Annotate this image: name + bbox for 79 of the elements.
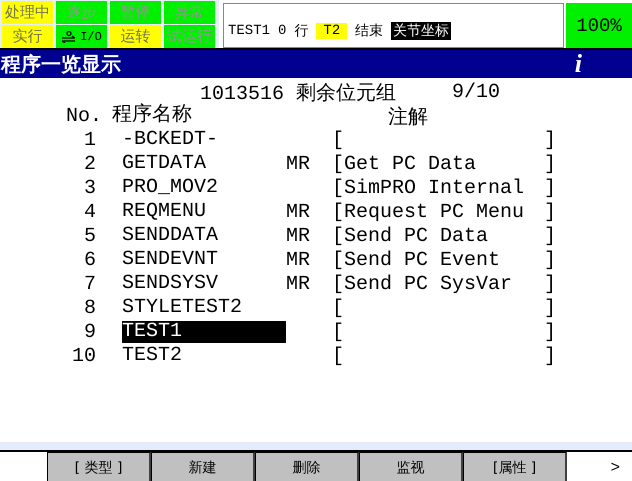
program-name-cell[interactable]: TEST1 <box>122 321 286 343</box>
status-indicator: 逐步 <box>56 1 107 24</box>
program-name-cell[interactable]: SENDDATA <box>122 225 286 247</box>
program-name-cell[interactable]: SENDSYSV <box>122 273 286 295</box>
column-header: No. <box>66 104 96 128</box>
bracket: ] <box>544 272 556 296</box>
program-name-cell[interactable]: TEST2 <box>122 345 286 367</box>
comment-cell: Get PC Data <box>344 152 476 176</box>
attribute-cell-text: MR <box>286 272 312 296</box>
program-name-cell[interactable]: SENDEVNT <box>122 249 286 271</box>
row-number: 3 <box>82 176 96 200</box>
row-number: 8 <box>82 296 96 320</box>
bracket: [ <box>332 296 344 320</box>
row-number: 7 <box>82 272 96 296</box>
row-number: 5 <box>82 224 96 248</box>
bracket: ] <box>544 224 556 248</box>
softkey-button[interactable]: [属性 ] <box>463 452 567 481</box>
bracket: [ <box>332 224 344 248</box>
comment-cell: SimPRO Internal <box>344 176 524 200</box>
transfer-icon <box>61 30 78 42</box>
status-indicator: 试运行 <box>164 25 215 48</box>
comment-cell: Send PC Event <box>344 248 500 272</box>
io-label: I/O <box>80 30 102 44</box>
memory-text: 1013516 剩余位元组 <box>200 82 396 106</box>
comment-cell: Send PC SysVar <box>344 272 512 296</box>
row-number: 2 <box>82 152 96 176</box>
program-name-cell[interactable]: -BCKEDT- <box>122 129 286 151</box>
bracket: [ <box>332 200 344 224</box>
bracket: ] <box>544 296 556 320</box>
comment-cell: Send PC Data <box>344 224 488 248</box>
status-indicator: 运转 <box>110 25 161 48</box>
row-number: 9 <box>82 320 96 344</box>
status-indicator: 异常 <box>164 1 215 24</box>
status-indicator: 处理中 <box>2 1 53 24</box>
program-name-cell[interactable]: REQMENU <box>122 201 286 223</box>
override-display: 100% <box>566 3 632 48</box>
mode-badge: T2 <box>316 22 348 38</box>
softkey-button[interactable]: 新建 <box>151 452 255 481</box>
row-number: 4 <box>82 200 96 224</box>
row-number: 6 <box>82 248 96 272</box>
bracket: [ <box>332 272 344 296</box>
softkey-button[interactable]: [ 类型 ] <box>47 452 151 481</box>
column-header: 程序名称 <box>112 105 193 127</box>
run-state: 结束 <box>355 22 384 40</box>
row-number: 1 <box>82 128 96 152</box>
bracket: [ <box>332 176 344 200</box>
program-name: TEST1 <box>228 22 270 38</box>
line-unit: 行 <box>294 22 308 40</box>
bracket: ] <box>544 176 556 200</box>
attribute-cell-text: MR <box>286 152 312 176</box>
bracket: ] <box>544 128 556 152</box>
bracket: [ <box>332 128 344 152</box>
program-name-cell[interactable]: PRO_MOV2 <box>122 177 286 199</box>
column-header: 注解 <box>387 105 429 130</box>
program-name-cell[interactable]: STYLETEST2 <box>122 297 286 319</box>
row-number: 10 <box>70 344 96 368</box>
coordinate-badge: 关节坐标 <box>391 22 452 40</box>
bracket: ] <box>544 344 556 368</box>
status-indicator: 暂停 <box>110 1 161 24</box>
info-icon[interactable]: i <box>574 49 582 79</box>
bracket: ] <box>544 200 556 224</box>
program-name-cell[interactable]: GETDATA <box>122 153 286 175</box>
bracket: [ <box>332 344 344 368</box>
bracket: [ <box>332 152 344 176</box>
softkey-button[interactable]: 监视 <box>359 452 463 481</box>
screen-title: 程序一览显示 <box>1 50 121 78</box>
bracket: ] <box>544 152 556 176</box>
bracket: ] <box>544 248 556 272</box>
bracket: ] <box>544 320 556 344</box>
program-count: 9/10 <box>452 80 500 104</box>
bracket: [ <box>332 248 344 272</box>
attribute-cell-text: MR <box>286 224 312 248</box>
softkey-button[interactable]: 删除 <box>255 452 359 481</box>
attribute-cell-text: MR <box>286 200 312 224</box>
attribute-cell-text: MR <box>286 248 312 272</box>
line-number: 0 <box>278 22 286 38</box>
status-indicator: 实行 <box>2 25 53 48</box>
bracket: [ <box>332 320 344 344</box>
comment-cell: Request PC Menu <box>344 200 524 224</box>
